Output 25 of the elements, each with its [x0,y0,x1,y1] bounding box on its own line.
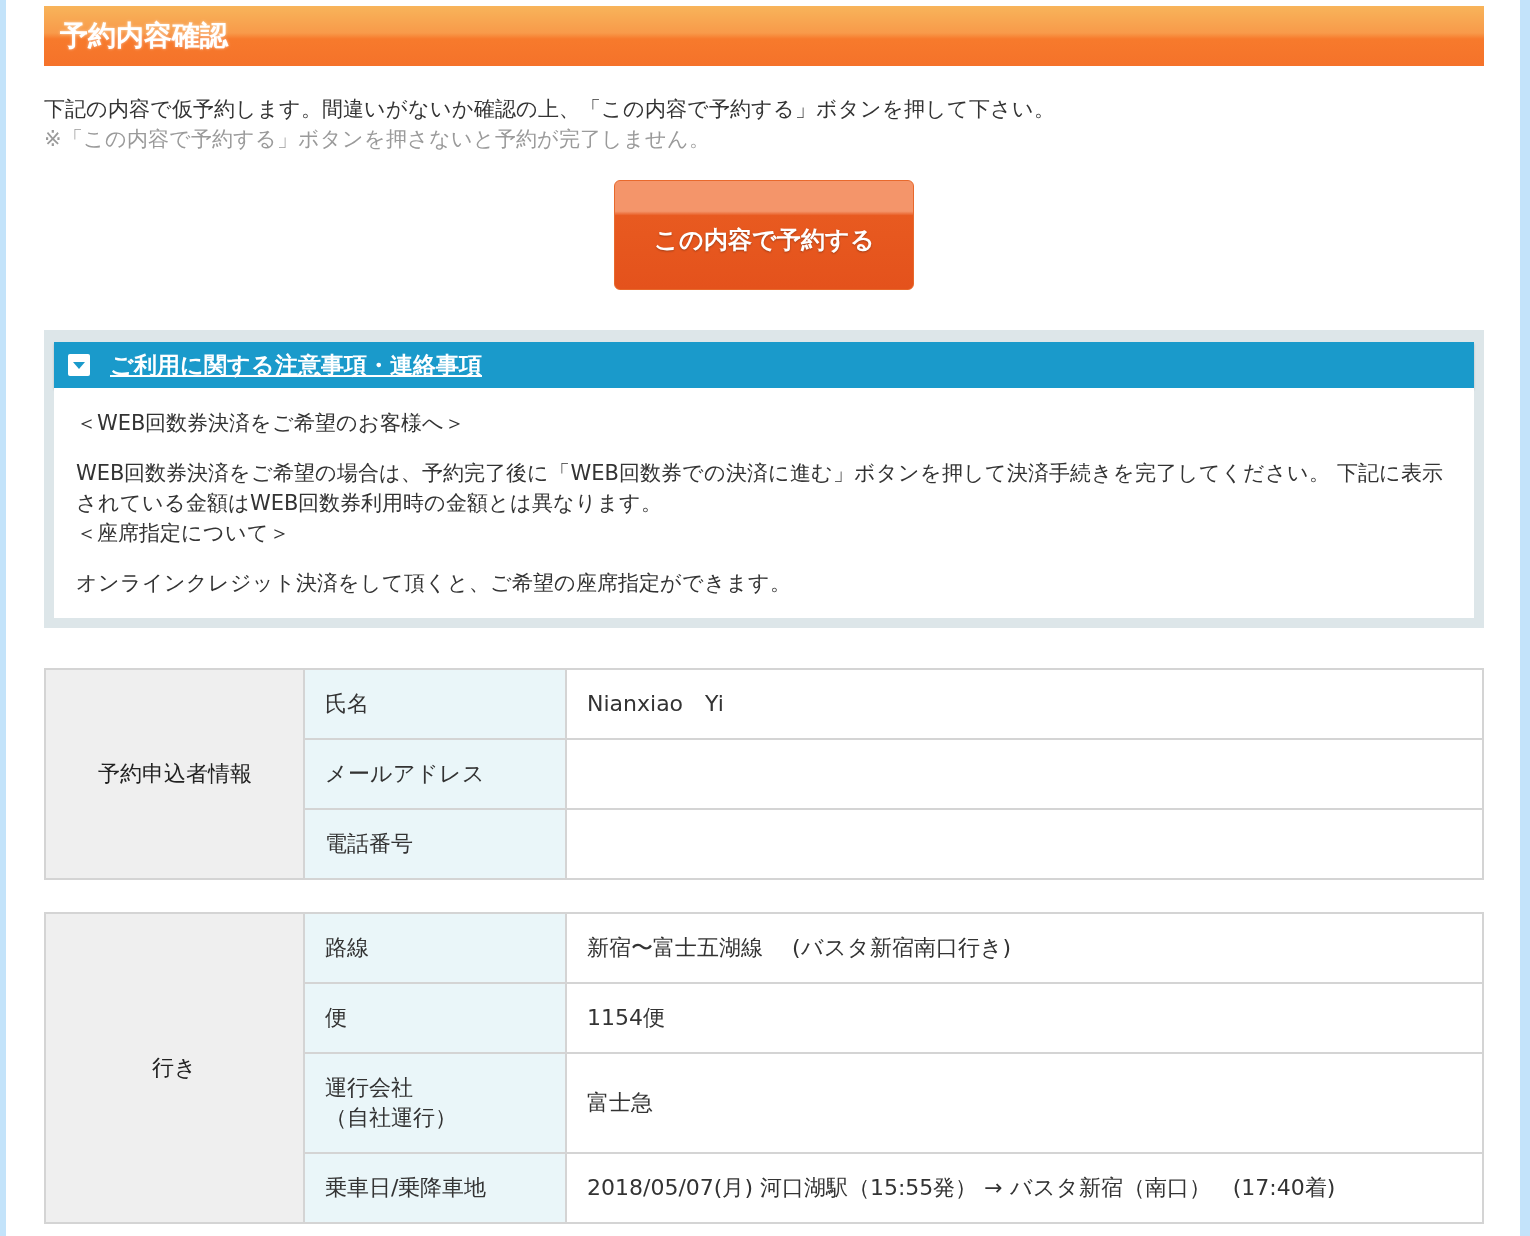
field-value-cell: 新宿〜富士五湖線 (バスタ新宿南口行き) [566,913,1483,983]
field-label: 乗車日/乗降車地 [325,1174,488,1202]
collapse-toggle-icon[interactable] [68,354,90,376]
field-value-cell: Nianxiao Yi [566,669,1483,739]
field-label: 便 [325,1004,348,1032]
instruction-text: 下記の内容で仮予約します。間違いがないか確認の上、「この内容で予約する」ボタンを押して下さい。 [44,96,1056,123]
warning-text: ※「この内容で予約する」ボタンを押さないと予約が完了しません。 [44,126,711,153]
field-label: 路線 [325,934,370,962]
field-label: 氏名 [325,690,370,718]
notice-heading: ＜WEB回数券決済をご希望のお客様へ＞ [76,410,467,437]
field-label-note: （自社運行） [325,1104,458,1132]
field-value-cell: 1154便 [566,983,1483,1053]
confirm-reservation-button[interactable]: この内容で予約する [614,180,914,290]
field-label: 運行会社 [325,1074,414,1102]
group-label-cell: 行き [45,913,304,1223]
group-label-cell: 予約申込者情報 [45,669,304,879]
field-label: メールアドレス [325,760,486,788]
field-label: 電話番号 [325,830,414,858]
field-value-cell: 2018/05/07(月) 河口湖駅（15:55発） → バスタ新宿（南口） (17:40着) [566,1153,1483,1223]
notice-heading: ＜座席指定について＞ [76,520,291,547]
page-title: 予約内容確認 [60,18,228,54]
notice-title-link[interactable]: ご利用に関する注意事項・連絡事項 [110,349,482,381]
notice-paragraph: WEB回数券決済をご希望の場合は、予約完了後に「WEB回数券での決済に進む」ボタンを押して決済手続きを完了してください。 下記に表示されている金額はWEB回数券利用時の金額とは異なります。 [76,460,1444,517]
field-value-cell: 富士急 [566,1053,1483,1153]
notice-paragraph: オンラインクレジット決済をして頂くと、ご希望の座席指定ができます。 [76,570,792,597]
